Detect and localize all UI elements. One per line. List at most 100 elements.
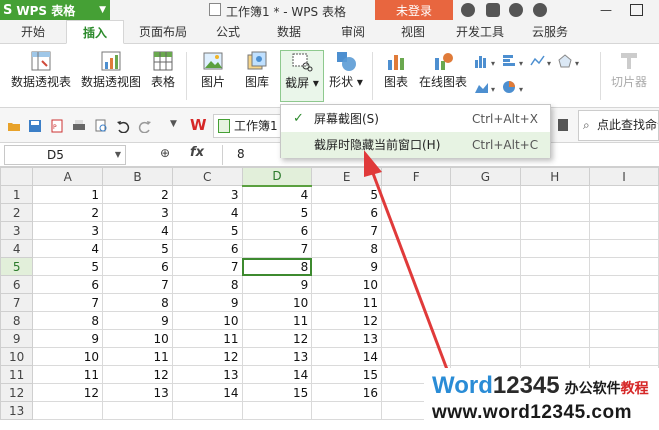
- cell-a4[interactable]: 4: [32, 239, 104, 258]
- cell-f3[interactable]: [381, 221, 452, 240]
- cell-c13[interactable]: [171, 401, 243, 420]
- cell-d7[interactable]: 10: [241, 293, 313, 312]
- help-icon[interactable]: [533, 3, 547, 17]
- tab-review[interactable]: 审阅: [326, 20, 380, 44]
- cell-d5[interactable]: 8: [241, 257, 313, 276]
- line-chart-icon[interactable]: ▾: [530, 54, 558, 68]
- cell-c9[interactable]: 11: [171, 329, 243, 348]
- cell-a10[interactable]: 10: [32, 347, 104, 366]
- cell-h4[interactable]: [519, 239, 590, 258]
- column-header-e[interactable]: E: [311, 167, 383, 186]
- cell-c1[interactable]: 3: [171, 185, 243, 204]
- screenshot-button[interactable]: 截屏 ▾: [280, 50, 324, 102]
- cell-a1[interactable]: 1: [32, 185, 104, 204]
- tab-cloud[interactable]: 云服务: [520, 20, 580, 44]
- cell-d4[interactable]: 7: [241, 239, 313, 258]
- row-header[interactable]: 12: [0, 383, 34, 402]
- cell-a12[interactable]: 12: [32, 383, 104, 402]
- menu-item-screen-capture[interactable]: ✓ 屏幕截图(S) Ctrl+Alt+X: [281, 106, 550, 132]
- column-header-i[interactable]: I: [588, 167, 659, 186]
- cell-d12[interactable]: 15: [241, 383, 313, 402]
- row-header[interactable]: 5: [0, 257, 34, 276]
- cell-d3[interactable]: 6: [241, 221, 313, 240]
- cell-h1[interactable]: [519, 185, 590, 204]
- shapes-button[interactable]: 形状 ▾: [326, 50, 366, 102]
- tab-view[interactable]: 视图: [388, 20, 438, 44]
- cell-i10[interactable]: [588, 347, 659, 366]
- cell-g9[interactable]: [450, 329, 521, 348]
- cell-i5[interactable]: [588, 257, 659, 276]
- cell-c6[interactable]: 8: [171, 275, 243, 294]
- cell-a11[interactable]: 11: [32, 365, 104, 384]
- skin-icon[interactable]: [461, 3, 475, 17]
- cell-a2[interactable]: 2: [32, 203, 104, 222]
- column-header-h[interactable]: H: [519, 167, 590, 186]
- cell-a5[interactable]: 5: [32, 257, 104, 276]
- undo-icon[interactable]: [116, 119, 130, 133]
- cell-b9[interactable]: 10: [102, 329, 173, 348]
- cell-g10[interactable]: [450, 347, 521, 366]
- feedback-icon[interactable]: [509, 3, 523, 17]
- workbook-tab[interactable]: 工作簿1: [213, 114, 283, 138]
- cell-f10[interactable]: [381, 347, 452, 366]
- cell-d9[interactable]: 12: [241, 329, 313, 348]
- cell-i6[interactable]: [588, 275, 659, 294]
- cell-c10[interactable]: 12: [171, 347, 243, 366]
- cell-d8[interactable]: 11: [241, 311, 313, 330]
- cell-c3[interactable]: 5: [171, 221, 243, 240]
- table-button[interactable]: 表格: [146, 50, 180, 102]
- cell-i9[interactable]: [588, 329, 659, 348]
- cell-e1[interactable]: 5: [311, 185, 383, 204]
- row-header[interactable]: 2: [0, 203, 34, 222]
- online-chart-button[interactable]: 在线图表: [416, 50, 470, 102]
- tab-data[interactable]: 数据: [262, 20, 316, 44]
- cell-h9[interactable]: [519, 329, 590, 348]
- cell-e3[interactable]: 7: [311, 221, 383, 240]
- cell-b6[interactable]: 7: [102, 275, 173, 294]
- cell-h6[interactable]: [519, 275, 590, 294]
- cell-g3[interactable]: [450, 221, 521, 240]
- cell-c2[interactable]: 4: [171, 203, 243, 222]
- cell-e12[interactable]: 16: [311, 383, 383, 402]
- cell-b12[interactable]: 13: [102, 383, 173, 402]
- row-header[interactable]: 3: [0, 221, 34, 240]
- column-header-f[interactable]: F: [381, 167, 452, 186]
- row-header[interactable]: 7: [0, 293, 34, 312]
- open-folder-icon[interactable]: [7, 119, 21, 133]
- window-switch-icon[interactable]: [558, 119, 568, 131]
- tab-insert[interactable]: 插入: [66, 20, 124, 44]
- select-all-corner[interactable]: [0, 167, 34, 186]
- cell-h2[interactable]: [519, 203, 590, 222]
- row-header[interactable]: 9: [0, 329, 34, 348]
- bar-chart-icon[interactable]: ▾: [502, 54, 530, 68]
- export-pdf-icon[interactable]: P: [50, 119, 64, 133]
- cell-e13[interactable]: [311, 401, 383, 420]
- column-header-d[interactable]: D: [241, 167, 313, 187]
- cell-b13[interactable]: [102, 401, 173, 420]
- cell-c7[interactable]: 9: [171, 293, 243, 312]
- cell-e7[interactable]: 11: [311, 293, 383, 312]
- column-chart-icon[interactable]: ▾: [474, 54, 502, 68]
- cell-i8[interactable]: [588, 311, 659, 330]
- cell-d6[interactable]: 9: [241, 275, 313, 294]
- cell-d10[interactable]: 13: [241, 347, 313, 366]
- row-header[interactable]: 1: [0, 185, 34, 204]
- picture-button[interactable]: 图片: [192, 50, 234, 102]
- maximize-icon[interactable]: [630, 4, 643, 16]
- cell-i7[interactable]: [588, 293, 659, 312]
- tab-page-layout[interactable]: 页面布局: [132, 20, 194, 44]
- cell-f7[interactable]: [381, 293, 452, 312]
- cell-g5[interactable]: [450, 257, 521, 276]
- cell-h3[interactable]: [519, 221, 590, 240]
- menu-item-hide-window-capture[interactable]: 截屏时隐藏当前窗口(H) Ctrl+Alt+C: [281, 132, 550, 158]
- cell-d11[interactable]: 14: [241, 365, 313, 384]
- cell-c8[interactable]: 10: [171, 311, 243, 330]
- cell-b8[interactable]: 9: [102, 311, 173, 330]
- tab-home[interactable]: 开始: [8, 20, 58, 44]
- cell-e2[interactable]: 6: [311, 203, 383, 222]
- cell-a8[interactable]: 8: [32, 311, 104, 330]
- minimize-icon[interactable]: —: [600, 3, 612, 17]
- cell-c12[interactable]: 14: [171, 383, 243, 402]
- cell-b11[interactable]: 12: [102, 365, 173, 384]
- cell-i1[interactable]: [588, 185, 659, 204]
